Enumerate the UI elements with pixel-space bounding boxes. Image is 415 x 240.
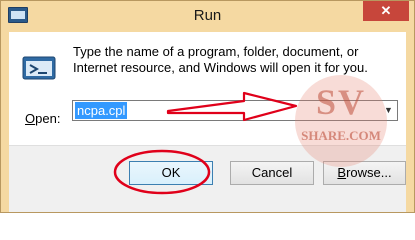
ok-button[interactable]: OK — [129, 161, 213, 185]
run-icon — [22, 56, 56, 80]
browse-label-suffix: rowse... — [346, 165, 392, 180]
browse-access-key: B — [337, 165, 347, 180]
cancel-button[interactable]: Cancel — [230, 161, 314, 185]
open-label-access-key: O — [25, 111, 36, 126]
window-title: Run — [193, 7, 222, 24]
watermark-logo: SV SHARE.COM — [295, 75, 387, 167]
open-input[interactable]: ncpa.cpl — [75, 102, 128, 119]
dialog-description: Type the name of a program, folder, docu… — [73, 44, 368, 75]
open-label-suffix: pen: — [35, 111, 61, 126]
open-label: Open: — [25, 111, 60, 126]
watermark-text: SV — [315, 82, 367, 122]
close-button[interactable]: ✕ — [363, 1, 409, 21]
title-bar[interactable]: Run ✕ — [1, 1, 414, 32]
close-icon: ✕ — [380, 3, 392, 18]
watermark-site-text: SHARE.COM — [301, 128, 381, 143]
